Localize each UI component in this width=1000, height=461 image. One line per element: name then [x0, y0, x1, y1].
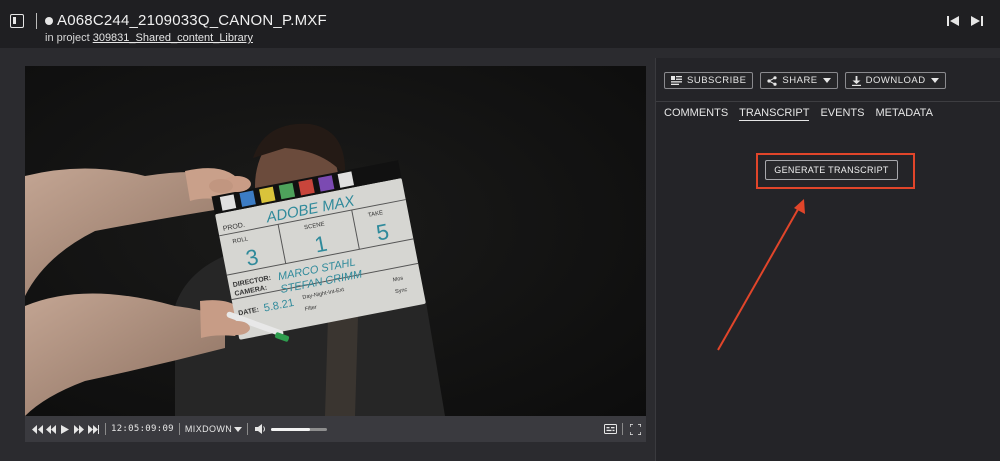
rewind-icon[interactable]	[44, 422, 58, 436]
player-right-controls	[603, 422, 642, 436]
volume-slider[interactable]	[271, 427, 328, 431]
audio-mix-dropdown[interactable]: MIXDOWN	[184, 424, 243, 434]
status-dot-icon	[45, 17, 53, 25]
asset-header: A068C244_2109033Q_CANON_P.MXF in project…	[0, 0, 1000, 48]
share-label: SHARE	[782, 75, 818, 86]
download-button[interactable]: DOWNLOAD	[844, 72, 946, 89]
fast-forward-icon[interactable]	[72, 422, 86, 436]
timecode: 12:05:09:09	[111, 424, 174, 434]
download-icon	[851, 75, 861, 86]
play-icon[interactable]	[58, 422, 72, 436]
asset-actions: SUBSCRIBE SHARE DOWNLOAD	[664, 72, 946, 89]
chevron-down-icon	[234, 426, 243, 432]
video-still: PROD. ADOBE MAX ROLL SCENE TAKE 3 1 5 DI…	[25, 66, 646, 416]
sidebar-toggle-icon[interactable]	[10, 14, 24, 28]
annotation-arrow-icon	[717, 199, 805, 351]
fullscreen-icon[interactable]	[628, 422, 642, 436]
project-link[interactable]: 309831_Shared_content_Library	[93, 32, 253, 44]
volume-icon[interactable]	[253, 422, 267, 436]
next-asset-icon[interactable]	[970, 14, 984, 28]
skip-to-end-icon[interactable]	[86, 422, 100, 436]
controls-divider	[622, 423, 623, 435]
share-icon	[767, 75, 778, 86]
asset-file-name: A068C244_2109033Q_CANON_P.MXF	[57, 12, 327, 29]
video-frame[interactable]: PROD. ADOBE MAX ROLL SCENE TAKE 3 1 5 DI…	[25, 66, 646, 416]
chevron-down-icon	[822, 78, 831, 83]
share-button[interactable]: SHARE	[760, 72, 838, 89]
subscribe-label: SUBSCRIBE	[687, 75, 747, 86]
controls-divider	[247, 423, 249, 435]
subtitles-icon[interactable]	[603, 422, 617, 436]
subscribe-button[interactable]: SUBSCRIBE	[664, 72, 754, 89]
audio-mix-label: MIXDOWN	[184, 424, 233, 434]
player-controls: 12:05:09:09 MIXDOWN	[25, 416, 646, 442]
generate-transcript-button[interactable]: GENERATE TRANSCRIPT	[765, 160, 898, 180]
header-divider	[36, 13, 37, 29]
tab-comments[interactable]: COMMENTS	[664, 107, 728, 121]
chevron-down-icon	[930, 78, 939, 83]
controls-divider	[105, 423, 106, 435]
download-label: DOWNLOAD	[865, 75, 926, 86]
previous-asset-icon[interactable]	[946, 14, 960, 28]
panel-divider	[656, 101, 1000, 102]
tab-transcript[interactable]: TRANSCRIPT	[739, 107, 810, 121]
subscribe-icon	[671, 76, 682, 85]
tab-events[interactable]: EVENTS	[820, 107, 864, 121]
controls-divider	[178, 423, 180, 435]
panel-tabs: COMMENTS TRANSCRIPT EVENTS METADATA	[664, 107, 933, 121]
tab-metadata[interactable]: METADATA	[875, 107, 932, 121]
project-breadcrumb: in project 309831_Shared_content_Library	[45, 32, 253, 44]
skip-to-start-icon[interactable]	[30, 422, 44, 436]
project-prefix: in project	[45, 32, 93, 44]
volume-level	[271, 427, 311, 431]
